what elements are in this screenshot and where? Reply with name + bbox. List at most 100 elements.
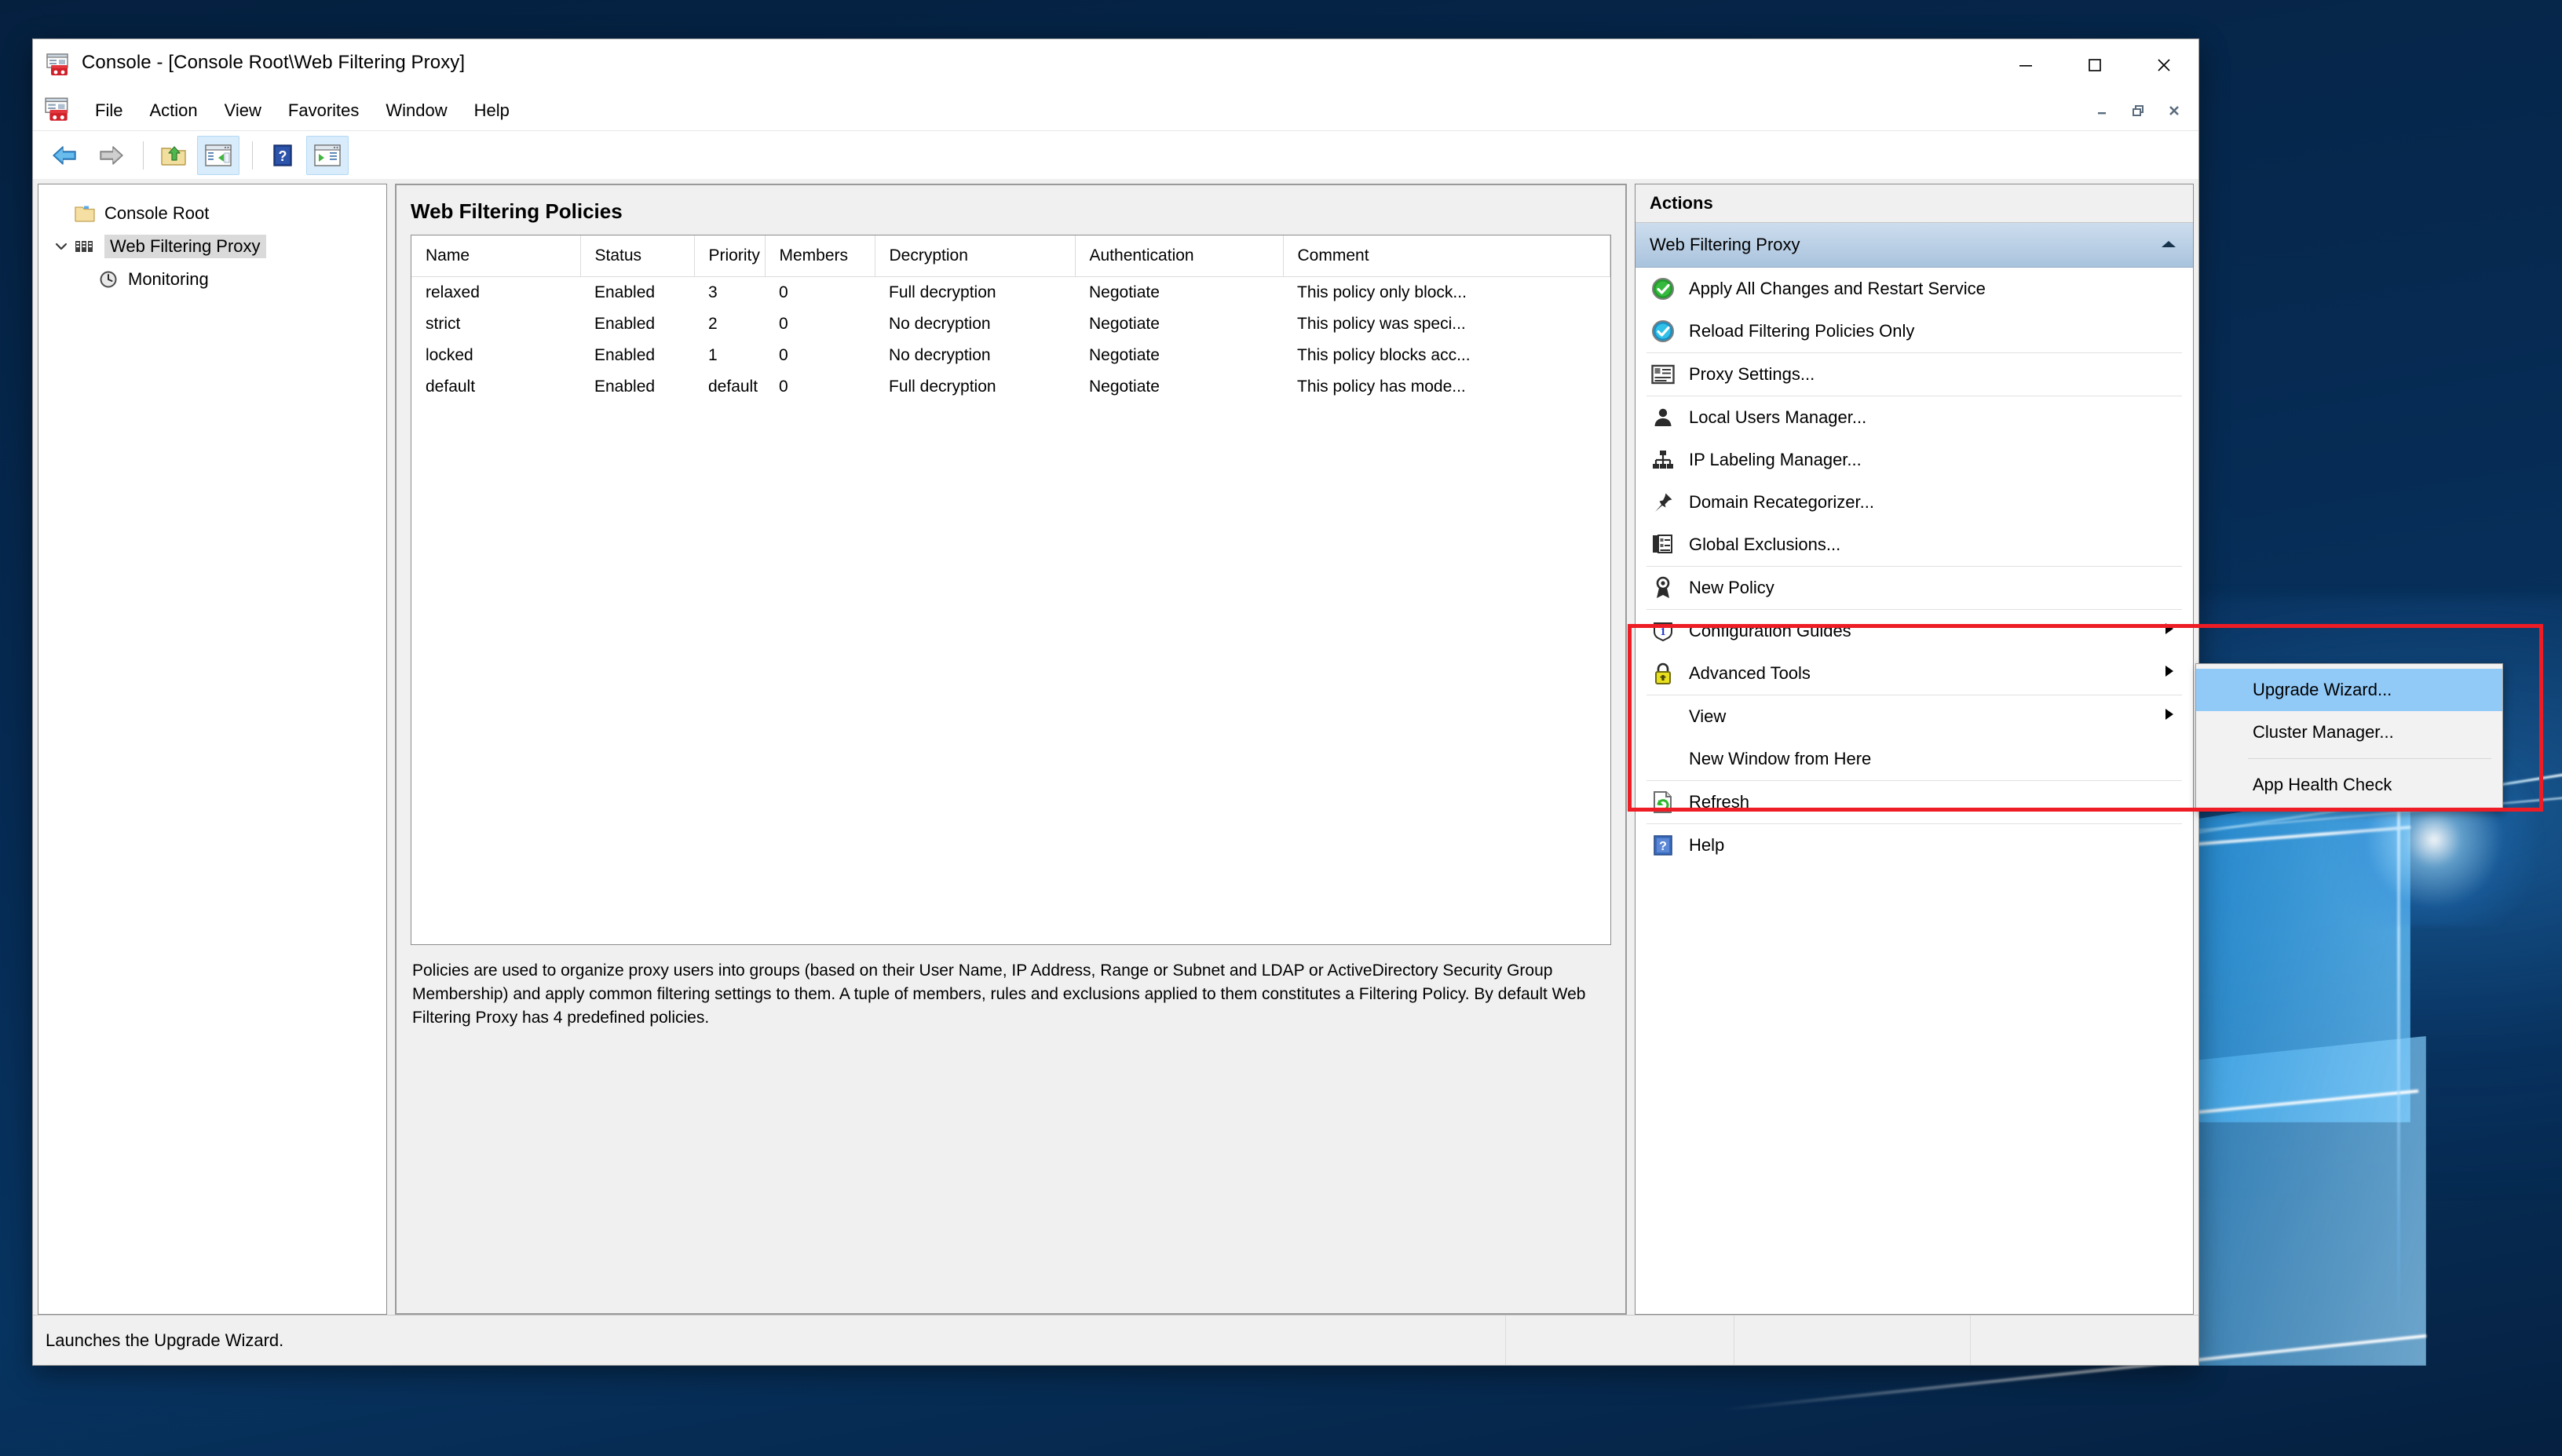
submenu-item-upgrade-wizard[interactable]: Upgrade Wizard... bbox=[2196, 669, 2502, 711]
snapin-icon bbox=[73, 235, 97, 257]
action-local-users-manager[interactable]: Local Users Manager... bbox=[1636, 396, 2193, 439]
title-bar: Console - [Console Root\Web Filtering Pr… bbox=[33, 39, 2198, 91]
tree-node-web-filtering-proxy[interactable]: Web Filtering Proxy bbox=[38, 230, 386, 263]
cell-authentication: Negotiate bbox=[1089, 378, 1160, 396]
action-label: Configuration Guides bbox=[1689, 621, 1851, 640]
cell-decryption: No decryption bbox=[889, 315, 991, 333]
up-one-level-button[interactable] bbox=[153, 137, 194, 174]
menu-item-view[interactable]: View bbox=[211, 91, 275, 130]
cell-name: locked bbox=[426, 346, 473, 364]
action-label: Advanced Tools bbox=[1689, 663, 1811, 683]
column-header-authentication[interactable]: Authentication bbox=[1075, 235, 1284, 277]
console-tree-pane: Console Root Web Filtering Proxy Monitor… bbox=[38, 184, 387, 1315]
column-header-decryption[interactable]: Decryption bbox=[875, 235, 1076, 277]
show-hide-console-tree-button[interactable] bbox=[197, 136, 239, 175]
cell-status: Enabled bbox=[594, 283, 656, 301]
network-tree-icon bbox=[1650, 447, 1676, 473]
cell-authentication: Negotiate bbox=[1089, 283, 1160, 301]
panes-container: Console Root Web Filtering Proxy Monitor… bbox=[38, 184, 2194, 1315]
green-check-circle-icon bbox=[1650, 276, 1676, 302]
action-new-policy[interactable]: New Policy bbox=[1636, 567, 2193, 609]
chevron-up-icon[interactable] bbox=[2158, 235, 2179, 255]
action-reload-filtering-policies-only[interactable]: Reload Filtering Policies Only bbox=[1636, 310, 2193, 352]
cell-name: strict bbox=[426, 315, 461, 333]
column-header-status[interactable]: Status bbox=[580, 235, 695, 277]
yellow-padlock-icon bbox=[1650, 660, 1676, 687]
no-icon-placeholder bbox=[1650, 746, 1676, 772]
svg-text:?: ? bbox=[279, 148, 287, 164]
tree-node-monitoring[interactable]: Monitoring bbox=[38, 263, 386, 296]
svg-text:1: 1 bbox=[1661, 626, 1666, 638]
cell-status: Enabled bbox=[594, 346, 656, 364]
status-bar-panel-1 bbox=[1505, 1316, 1734, 1365]
submenu-item-cluster-manager[interactable]: Cluster Manager... bbox=[2196, 711, 2502, 754]
window-controls bbox=[1991, 39, 2198, 91]
action-view[interactable]: View bbox=[1636, 695, 2193, 738]
show-hide-action-pane-button[interactable] bbox=[306, 136, 349, 175]
ribbon-award-icon bbox=[1650, 575, 1676, 601]
help-button[interactable]: ? bbox=[262, 137, 303, 174]
action-proxy-settings[interactable]: Proxy Settings... bbox=[1636, 353, 2193, 396]
cell-priority: default bbox=[708, 378, 758, 396]
mdi-minimize-button[interactable] bbox=[2084, 97, 2120, 124]
submenu-item-app-health-check[interactable]: App Health Check bbox=[2196, 764, 2502, 806]
mmc-snapin-menu-icon bbox=[44, 96, 72, 124]
window-maximize-button[interactable] bbox=[2060, 39, 2129, 91]
cell-name: default bbox=[426, 378, 476, 396]
cell-status: Enabled bbox=[594, 315, 656, 333]
window-close-button[interactable] bbox=[2129, 39, 2198, 91]
table-row[interactable]: relaxed Enabled 3 0 Full decryption Nego… bbox=[411, 277, 1610, 309]
status-bar-panel-2 bbox=[1734, 1316, 1970, 1365]
mdi-close-button[interactable] bbox=[2156, 97, 2192, 124]
column-header-comment[interactable]: Comment bbox=[1283, 235, 1610, 277]
cell-comment: This policy was speci... bbox=[1297, 315, 1466, 333]
actions-group-header[interactable]: Web Filtering Proxy bbox=[1636, 223, 2193, 268]
column-header-priority[interactable]: Priority bbox=[694, 235, 766, 277]
action-refresh[interactable]: Refresh bbox=[1636, 781, 2193, 823]
properties-icon bbox=[1650, 361, 1676, 388]
column-header-name[interactable]: Name bbox=[411, 235, 581, 277]
cell-members: 0 bbox=[779, 346, 788, 364]
tree-node-label: Web Filtering Proxy bbox=[104, 235, 266, 258]
action-label: Domain Recategorizer... bbox=[1689, 492, 1874, 512]
cell-priority: 1 bbox=[708, 346, 718, 364]
action-ip-labeling-manager[interactable]: IP Labeling Manager... bbox=[1636, 439, 2193, 481]
menu-item-action[interactable]: Action bbox=[136, 91, 210, 130]
menu-item-file[interactable]: File bbox=[82, 91, 136, 130]
mdi-restore-button[interactable] bbox=[2120, 97, 2156, 124]
forward-button[interactable] bbox=[90, 137, 130, 174]
action-domain-recategorizer[interactable]: Domain Recategorizer... bbox=[1636, 481, 2193, 524]
action-help[interactable]: ? Help bbox=[1636, 824, 2193, 867]
submenu-separator bbox=[2248, 758, 2491, 759]
cell-comment: This policy only block... bbox=[1297, 283, 1467, 301]
table-row[interactable]: default Enabled default 0 Full decryptio… bbox=[411, 371, 1610, 403]
action-apply-all-changes-and-restart-service[interactable]: Apply All Changes and Restart Service bbox=[1636, 268, 2193, 310]
table-row[interactable]: locked Enabled 1 0 No decryption Negotia… bbox=[411, 340, 1610, 371]
blue-help-icon: ? bbox=[1650, 832, 1676, 859]
tree-node-console-root[interactable]: Console Root bbox=[38, 197, 386, 230]
chevron-down-icon[interactable] bbox=[49, 239, 73, 254]
toolbar-separator-2 bbox=[252, 141, 253, 170]
back-button[interactable] bbox=[46, 137, 86, 174]
window-minimize-button[interactable] bbox=[1991, 39, 2060, 91]
status-bar-text: Launches the Upgrade Wizard. bbox=[46, 1330, 284, 1350]
action-global-exclusions[interactable]: Global Exclusions... bbox=[1636, 524, 2193, 566]
menu-item-favorites[interactable]: Favorites bbox=[275, 91, 372, 130]
menu-item-window[interactable]: Window bbox=[372, 91, 460, 130]
mdi-window-controls bbox=[2084, 97, 2192, 124]
column-header-members[interactable]: Members bbox=[765, 235, 875, 277]
status-bar: Launches the Upgrade Wizard. bbox=[33, 1315, 2198, 1365]
cell-members: 0 bbox=[779, 315, 788, 333]
user-icon bbox=[1650, 404, 1676, 431]
cell-priority: 2 bbox=[708, 315, 718, 333]
policies-list[interactable]: Name Status Priority Members Decryption … bbox=[411, 235, 1611, 945]
menu-item-help[interactable]: Help bbox=[461, 91, 523, 130]
table-row[interactable]: strict Enabled 2 0 No decryption Negotia… bbox=[411, 308, 1610, 340]
action-new-window-from-here[interactable]: New Window from Here bbox=[1636, 738, 2193, 780]
tree-node-label: Monitoring bbox=[128, 269, 209, 289]
action-configuration-guides[interactable]: 1 Configuration Guides bbox=[1636, 610, 2193, 652]
actions-group-title: Web Filtering Proxy bbox=[1650, 235, 1800, 254]
document-list-icon bbox=[1650, 531, 1676, 558]
tree-node-label: Console Root bbox=[104, 203, 210, 223]
action-advanced-tools[interactable]: Advanced Tools bbox=[1636, 652, 2193, 695]
